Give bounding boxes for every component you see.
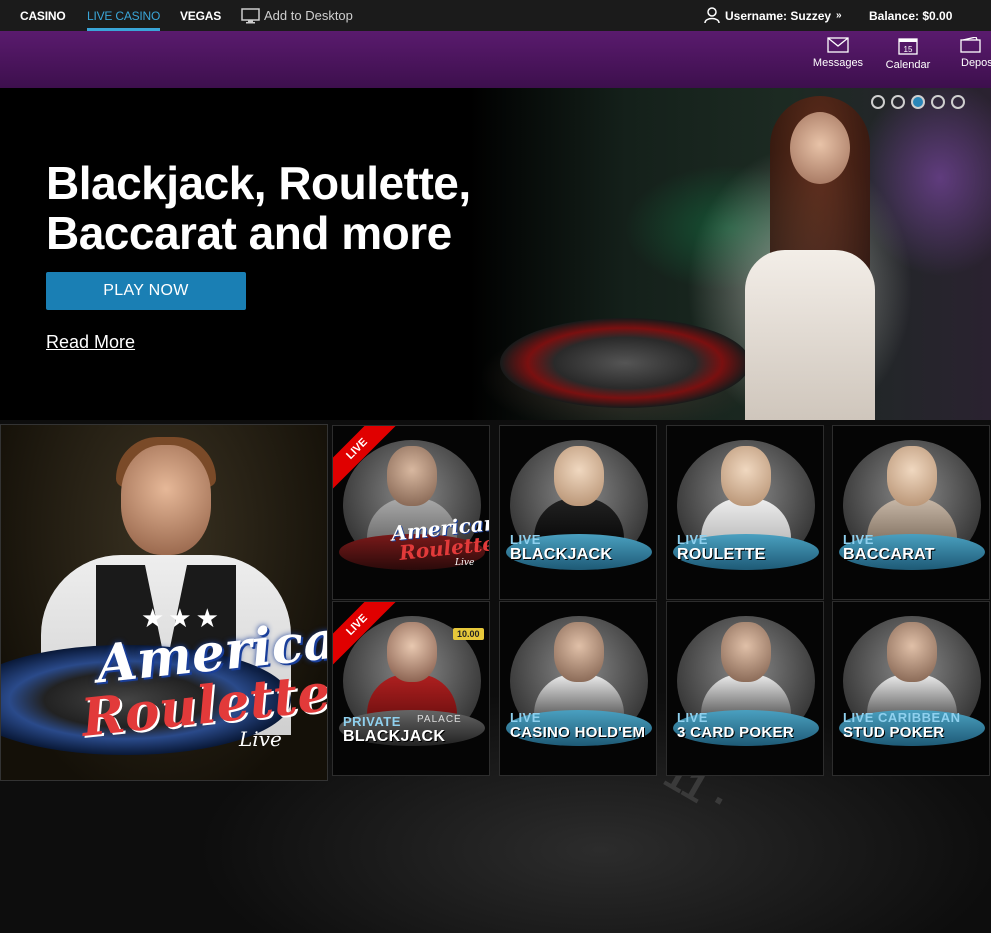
calendar-label: Calendar: [885, 59, 931, 71]
tile-label-top: PRIVATE: [343, 714, 401, 729]
tile-label-main: BACCARAT: [843, 546, 935, 563]
game-tile-live-baccarat[interactable]: LIVE BACCARAT: [832, 425, 990, 600]
messages-button[interactable]: Messages: [808, 37, 868, 69]
nav-casino[interactable]: CASINO: [20, 0, 66, 31]
featured-game-american-roulette[interactable]: ★★★ American Roulette Live: [0, 424, 328, 781]
carousel-dots: [871, 95, 965, 109]
dealer-face-image: [887, 622, 937, 682]
feature-logo-line3: Live: [239, 727, 282, 751]
monitor-icon: [241, 7, 260, 23]
tile-label-top: LIVE: [843, 532, 874, 547]
calendar-icon: 15: [898, 38, 918, 55]
username-label: Username: Suzzey: [725, 8, 832, 23]
game-tile-live-3-card-poker[interactable]: LIVE 3 CARD POKER: [666, 601, 824, 776]
dealer-face-image: [554, 622, 604, 682]
chevron-down-icon: »: [836, 10, 842, 21]
tile-label-top: LIVE: [510, 710, 541, 725]
dealer-face-image: [721, 622, 771, 682]
envelope-icon: [827, 37, 849, 53]
add-to-desktop-link[interactable]: Add to Desktop: [241, 0, 353, 31]
dealer-face-image: [387, 446, 437, 506]
calendar-day: 15: [904, 45, 913, 54]
tile-label-main: ROULETTE: [677, 546, 766, 563]
roulette-wheel-image: [500, 318, 750, 408]
deposit-button[interactable]: Depos: [950, 37, 991, 69]
tile-label-main: CASINO HOLD'EM: [510, 724, 646, 741]
wallet-icon: [960, 37, 981, 53]
carousel-dot-4[interactable]: [931, 95, 945, 109]
hero-title-line2: Baccarat and more: [46, 207, 452, 259]
palace-logo: PALACE: [417, 714, 462, 725]
play-now-button[interactable]: PLAY NOW: [46, 272, 246, 310]
tile-label-top: LIVE: [677, 532, 708, 547]
dealer-face-image: [721, 446, 771, 506]
dealer-face-image: [121, 445, 211, 555]
tile-label-main: BLACKJACK: [343, 728, 446, 745]
user-icon: [704, 7, 720, 24]
game-tile-live-caribbean-stud-poker[interactable]: LIVE CARIBBEAN STUD POKER: [832, 601, 990, 776]
tile-label-main: BLACKJACK: [510, 546, 613, 563]
hero-title: Blackjack, Roulette, Baccarat and more: [46, 158, 471, 258]
read-more-link[interactable]: Read More: [46, 332, 135, 353]
deposit-label: Depos: [961, 57, 991, 69]
tile-label-top: LIVE CARIBBEAN: [843, 710, 961, 725]
messages-label: Messages: [812, 57, 864, 69]
game-tile-live-roulette[interactable]: LIVE ROULETTE: [666, 425, 824, 600]
nav-live-casino[interactable]: LIVE CASINO: [87, 0, 160, 31]
tile-label-top: LIVE: [677, 710, 708, 725]
hero-title-line1: Blackjack, Roulette,: [46, 157, 471, 209]
tile-label-main: STUD POKER: [843, 724, 945, 741]
dealer-dress-image: [745, 250, 875, 420]
game-tile-american-roulette[interactable]: American Roulette Live LIVE: [332, 425, 490, 600]
add-to-desktop-label: Add to Desktop: [264, 8, 353, 23]
dealer-face-image: [790, 112, 850, 184]
dealer-face-image: [387, 622, 437, 682]
dealer-face-image: [554, 446, 604, 506]
dealer-face-image: [887, 446, 937, 506]
tile-label-main: 3 CARD POKER: [677, 724, 794, 741]
game-tile-live-blackjack[interactable]: LIVE BLACKJACK: [499, 425, 657, 600]
min-bet-chip: 10.00: [453, 628, 484, 640]
carousel-dot-1[interactable]: [871, 95, 885, 109]
calendar-button[interactable]: 15 Calendar: [878, 37, 938, 71]
carousel-dot-3[interactable]: [911, 95, 925, 109]
balance-label: Balance: $0.00: [869, 8, 953, 23]
game-tile-private-blackjack[interactable]: 10.00 PALACE PRIVATE BLACKJACK LIVE: [332, 601, 490, 776]
nav-vegas[interactable]: VEGAS: [180, 0, 221, 31]
carousel-dot-2[interactable]: [891, 95, 905, 109]
tile-label-top: LIVE: [510, 532, 541, 547]
tile-logo-line3: Live: [455, 558, 475, 568]
top-nav: CASINO LIVE CASINO VEGAS Add to Desktop …: [0, 0, 991, 31]
toolbar: Messages 15 Calendar Depos: [0, 31, 991, 88]
user-menu[interactable]: Username: Suzzey »: [704, 0, 842, 31]
game-tile-live-casino-holdem[interactable]: LIVE CASINO HOLD'EM: [499, 601, 657, 776]
carousel-dot-5[interactable]: [951, 95, 965, 109]
